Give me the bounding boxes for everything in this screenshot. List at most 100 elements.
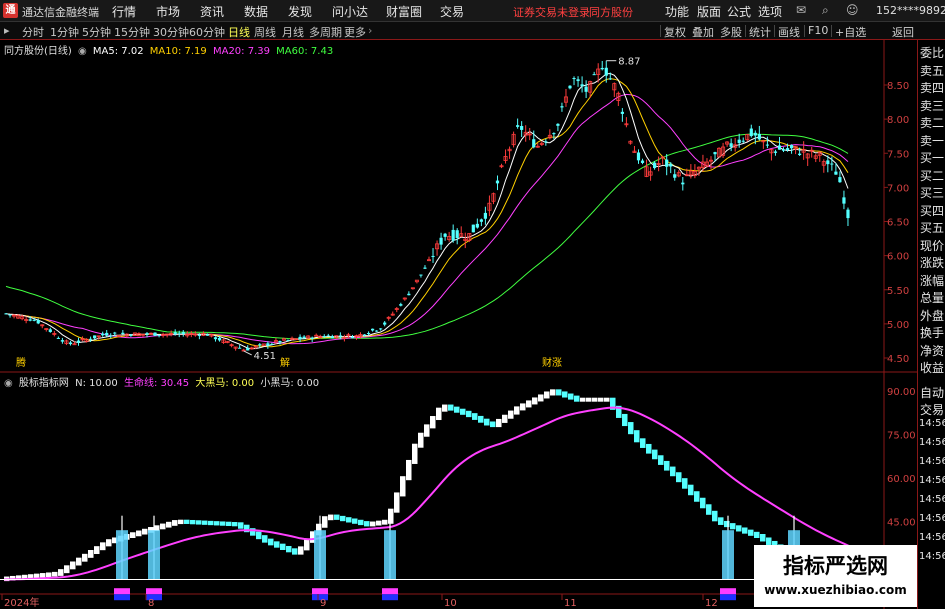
- menu-function[interactable]: 功能: [665, 3, 689, 20]
- menu-data[interactable]: 数据: [244, 3, 268, 20]
- adjust-button[interactable]: 复权: [664, 24, 686, 40]
- menu-formula[interactable]: 公式: [727, 3, 751, 20]
- candle-body: [580, 84, 584, 87]
- tab-monthly[interactable]: 月线: [282, 24, 304, 40]
- side-item-19[interactable]: 自动: [920, 384, 944, 401]
- indicator-step: [664, 460, 670, 471]
- candle-body: [620, 111, 624, 114]
- watermark-title: 指标严选网: [783, 554, 888, 578]
- menu-wealth-circle[interactable]: 财富圈: [386, 3, 422, 20]
- stats-button[interactable]: 统计: [749, 24, 771, 40]
- stock-link[interactable]: 同方股份: [589, 4, 633, 20]
- draw-button[interactable]: 画线: [778, 24, 800, 40]
- trade-login-warning[interactable]: 证券交易未登录: [513, 4, 590, 20]
- indicator-step: [700, 497, 706, 509]
- tab-intraday[interactable]: 分时: [22, 24, 44, 40]
- menu-news[interactable]: 资讯: [200, 3, 224, 20]
- settings-icon[interactable]: ◉: [78, 46, 87, 57]
- overlay-button[interactable]: 叠加: [692, 24, 714, 40]
- tab-60min[interactable]: 60分钟: [189, 24, 225, 40]
- side-item-13[interactable]: 涨幅: [920, 272, 944, 289]
- side-item-6[interactable]: 买一: [920, 149, 944, 166]
- candle-body: [89, 338, 93, 340]
- add-watchlist-button[interactable]: +自选: [835, 24, 866, 40]
- menu-quotes[interactable]: 行情: [112, 3, 136, 20]
- menu-ask[interactable]: 问小达: [332, 3, 368, 20]
- side-item-14[interactable]: 总量: [920, 289, 944, 306]
- menu-layout[interactable]: 版面: [697, 3, 721, 20]
- candle-body: [608, 78, 612, 80]
- tab-5min[interactable]: 5分钟: [82, 24, 111, 40]
- mail-icon[interactable]: ✉: [796, 3, 806, 17]
- indicator-step: [682, 478, 688, 489]
- chart-area[interactable]: 8.50 8.00 7.50 7.00 6.50 6.00 5.50 5.00 4.50 90.0…: [0, 40, 917, 609]
- candle-body: [330, 336, 334, 339]
- side-time-6: 14:56: [919, 532, 945, 543]
- candle-body: [145, 333, 149, 335]
- side-item-2[interactable]: 卖四: [920, 79, 944, 96]
- indicator-step: [730, 523, 736, 530]
- side-item-1[interactable]: 卖五: [920, 62, 944, 79]
- candle-body: [681, 182, 685, 185]
- indicator-step: [82, 553, 88, 562]
- indicator-step: [382, 519, 388, 525]
- price-tick-label: 4.50: [887, 354, 909, 365]
- tab-1min[interactable]: 1分钟: [50, 24, 79, 40]
- candle-body: [375, 330, 379, 332]
- indicator-title[interactable]: 股标指标网: [19, 378, 69, 389]
- tab-daily[interactable]: 日线: [228, 24, 250, 40]
- price-tick-label: 8.50: [887, 81, 909, 92]
- indicator-step: [52, 571, 58, 577]
- tab-15min[interactable]: 15分钟: [114, 24, 150, 40]
- side-item-10[interactable]: 买五: [920, 219, 944, 236]
- tab-weekly[interactable]: 周线: [254, 24, 276, 40]
- indicator-step: [568, 393, 574, 400]
- side-item-16[interactable]: 换手: [920, 324, 944, 341]
- chart-title[interactable]: 同方股份(日线): [4, 46, 72, 57]
- side-item-17[interactable]: 净资: [920, 342, 944, 359]
- candle-body: [592, 74, 596, 76]
- candle-body: [153, 332, 157, 336]
- candle-body: [93, 335, 97, 339]
- price-tick-label: 5.00: [887, 320, 909, 331]
- small-horse-label: 小黑马: 0.00: [260, 378, 320, 389]
- multi-stock-button[interactable]: 多股: [720, 24, 742, 40]
- side-item-4[interactable]: 卖二: [920, 114, 944, 131]
- side-item-11[interactable]: 现价: [920, 237, 944, 254]
- candlesticks: [4, 60, 850, 352]
- tab-more[interactable]: 更多: [344, 24, 366, 40]
- tab-multi-period[interactable]: 多周期: [309, 24, 342, 40]
- candle-body: [443, 233, 447, 237]
- indicator-step: [718, 517, 724, 525]
- user-account[interactable]: 152****9892: [876, 4, 945, 17]
- chevron-right-icon[interactable]: ›: [368, 24, 372, 37]
- toolbar-menu-icon[interactable]: ▸: [4, 24, 10, 37]
- side-item-3[interactable]: 卖三: [920, 97, 944, 114]
- search-icon[interactable]: ⌕: [822, 3, 829, 18]
- indicator-step: [298, 546, 304, 555]
- side-item-18[interactable]: 收益: [920, 359, 944, 376]
- side-item-5[interactable]: 卖一: [920, 132, 944, 149]
- f10-button[interactable]: F10: [808, 24, 828, 37]
- user-icon[interactable]: ☺: [846, 3, 859, 17]
- indicator-step: [484, 418, 490, 426]
- side-item-8[interactable]: 买三: [920, 184, 944, 201]
- back-button[interactable]: 返回: [892, 24, 914, 40]
- candle-body: [757, 133, 761, 140]
- indicator-step: [478, 415, 484, 423]
- menu-options[interactable]: 选项: [758, 3, 782, 20]
- candle-body: [302, 336, 306, 339]
- menu-discover[interactable]: 发现: [288, 3, 312, 20]
- side-item-0[interactable]: 委比: [920, 44, 944, 61]
- menu-market[interactable]: 市场: [156, 3, 180, 20]
- candle-body: [552, 133, 556, 135]
- side-item-20[interactable]: 交易: [920, 401, 944, 418]
- side-item-7[interactable]: 买二: [920, 167, 944, 184]
- tab-30min[interactable]: 30分钟: [153, 24, 189, 40]
- side-item-15[interactable]: 外盘: [920, 307, 944, 324]
- side-item-12[interactable]: 涨跌: [920, 254, 944, 271]
- menu-trade[interactable]: 交易: [440, 3, 464, 20]
- indicator-settings-icon[interactable]: ◉: [4, 378, 13, 389]
- price-tick-label: 6.00: [887, 252, 909, 263]
- side-item-9[interactable]: 买四: [920, 202, 944, 219]
